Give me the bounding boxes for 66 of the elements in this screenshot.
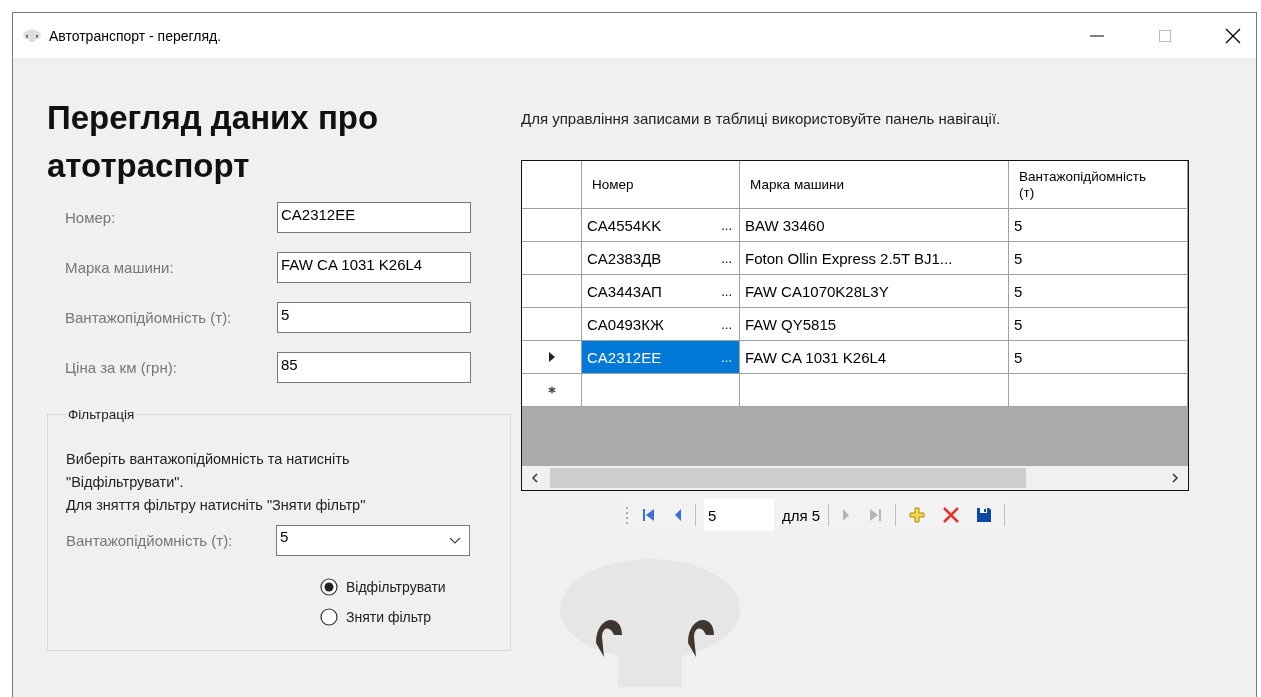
hint-text: Для управління записами в таблиці використовуйте панель навігації. bbox=[521, 110, 1002, 127]
minimize-icon bbox=[1090, 34, 1104, 37]
ellipsis-button[interactable]: ... bbox=[719, 283, 734, 299]
record-count: для 5 bbox=[782, 506, 821, 524]
ellipsis-button[interactable]: ... bbox=[719, 217, 734, 233]
maximize-icon bbox=[1158, 28, 1172, 43]
table-cell[interactable]: FAW QY5815 bbox=[740, 308, 1009, 341]
row-header[interactable] bbox=[522, 341, 582, 374]
column-header[interactable]: Вантажопідйомність (т) bbox=[1009, 161, 1188, 209]
field-label: Номер: bbox=[65, 209, 116, 226]
column-header[interactable]: Номер bbox=[582, 161, 740, 209]
filter-instructions: Виберіть вантажопідйомність та натисніть "Відфільтрувати". Для зняття фільтру натисніть "Зняти фільтр" bbox=[66, 450, 367, 515]
chevron-down-icon bbox=[449, 537, 461, 545]
previous-icon bbox=[673, 507, 683, 523]
scroll-left-icon bbox=[530, 473, 540, 483]
table-cell[interactable]: CA3443АП ... bbox=[582, 275, 740, 308]
text-field[interactable]: FAW CA 1031 K26L4 bbox=[277, 252, 471, 283]
scroll-right-icon bbox=[1170, 473, 1180, 483]
row-header[interactable] bbox=[522, 242, 582, 275]
empty-cell[interactable] bbox=[1009, 374, 1188, 407]
radio-option[interactable]: Зняти фільтр bbox=[320, 608, 432, 626]
group-title: Фільтрація bbox=[67, 407, 136, 422]
window-title: Автотранспорт - перегляд. bbox=[49, 27, 222, 44]
text-field[interactable]: CA2312EE bbox=[277, 202, 471, 233]
radio-option[interactable]: Відфільтрувати bbox=[320, 578, 446, 596]
field-label: Вантажопідйомність (т): bbox=[65, 309, 232, 326]
save-icon bbox=[976, 507, 993, 523]
field-label: Марка машини: bbox=[65, 259, 174, 276]
column-header[interactable]: Марка машини bbox=[740, 161, 1009, 209]
first-record-icon bbox=[641, 507, 657, 523]
scrollbar-thumb[interactable] bbox=[550, 468, 1026, 488]
horizontal-scrollbar[interactable] bbox=[522, 466, 1188, 490]
table-cell[interactable]: FAW CA 1031 K26L4 bbox=[740, 341, 1009, 374]
table-cell[interactable]: 5 bbox=[1009, 242, 1188, 275]
grip-icon bbox=[625, 505, 629, 525]
row-header[interactable] bbox=[522, 209, 582, 242]
table-cell[interactable]: FAW CA1070K28L3Y bbox=[740, 275, 1009, 308]
plus-icon bbox=[908, 506, 927, 524]
table-cell[interactable]: 5 bbox=[1009, 209, 1188, 242]
table-cell[interactable]: CA2383ДВ ... bbox=[582, 242, 740, 275]
page-heading: Перегляд даних про атотраспорт bbox=[47, 98, 380, 186]
ellipsis-button[interactable]: ... bbox=[719, 316, 734, 332]
field-label: Вантажопідйомність (т): bbox=[66, 532, 233, 549]
table-cell[interactable]: 5 bbox=[1009, 341, 1188, 374]
row-header[interactable] bbox=[522, 275, 582, 308]
text-field[interactable]: 5 bbox=[277, 302, 471, 333]
empty-cell[interactable] bbox=[740, 374, 1009, 407]
capacity-dropdown[interactable]: 5 bbox=[276, 525, 470, 556]
mushroom-icon bbox=[23, 29, 41, 42]
text-field[interactable]: 85 bbox=[277, 352, 471, 383]
field-label: Ціна за км (грн): bbox=[65, 359, 177, 376]
table-cell[interactable]: CA4554KK ... bbox=[582, 209, 740, 242]
table-cell[interactable]: BAW 33460 bbox=[740, 209, 1009, 242]
delete-icon bbox=[942, 506, 961, 524]
ellipsis-button[interactable]: ... bbox=[719, 349, 734, 365]
ellipsis-button[interactable]: ... bbox=[719, 250, 734, 266]
next-icon bbox=[841, 507, 852, 523]
table-cell[interactable]: 5 bbox=[1009, 308, 1188, 341]
row-header[interactable] bbox=[522, 308, 582, 341]
table-cell[interactable]: CA2312EE ... bbox=[582, 341, 740, 374]
table-cell[interactable]: 5 bbox=[1009, 275, 1188, 308]
new-row-icon bbox=[547, 386, 556, 394]
position-field[interactable]: 5 bbox=[704, 499, 774, 531]
last-record-icon bbox=[867, 507, 884, 523]
table-cell[interactable]: Foton Ollin Express 2.5T BJ1... bbox=[740, 242, 1009, 275]
close-icon bbox=[1225, 27, 1241, 44]
